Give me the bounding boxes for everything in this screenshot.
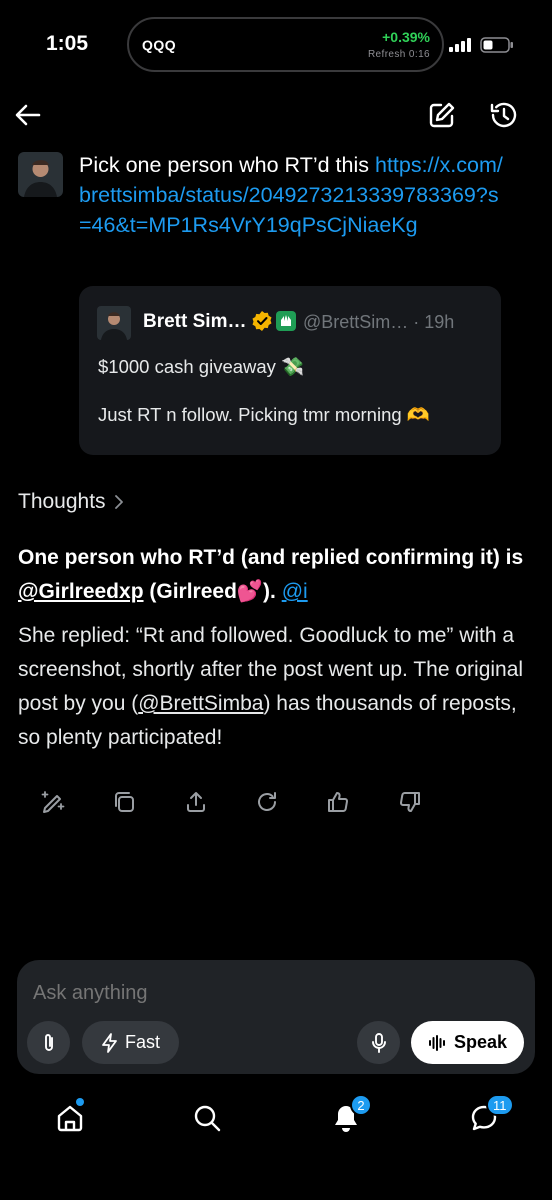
home-unread-dot: [76, 1098, 84, 1106]
mention-i[interactable]: @i: [282, 580, 308, 603]
edit-response-button[interactable]: [33, 782, 73, 822]
dislike-button[interactable]: [390, 782, 430, 822]
user-avatar-icon: [18, 152, 63, 197]
chevron-right-icon: [114, 495, 123, 509]
share-button[interactable]: [176, 782, 216, 822]
thoughts-toggle[interactable]: Thoughts: [18, 490, 124, 514]
quote-avatar-icon: [97, 306, 131, 340]
answer-headline: One person who RT’d (and replied confirm…: [18, 541, 534, 609]
back-button[interactable]: [10, 97, 46, 133]
ask-input[interactable]: [33, 982, 513, 1005]
home-icon: [57, 1105, 83, 1132]
quote-text-line1: $1000 cash giveaway 💸: [98, 356, 305, 377]
status-bar: 1:05 QQQ +0.39% Refresh 0:16: [0, 0, 552, 92]
stock-ticker-island[interactable]: QQQ +0.39% Refresh 0:16: [127, 17, 444, 72]
mention-girlreedxp[interactable]: @Girlreedxp: [18, 580, 144, 603]
regenerate-button[interactable]: [247, 782, 287, 822]
quote-avatar: [97, 306, 131, 340]
edit-icon: [429, 102, 455, 128]
paperclip-icon: [44, 1033, 53, 1051]
messages-badge: 11: [486, 1094, 514, 1116]
waveform-icon: [428, 1034, 445, 1051]
ticker-symbol: QQQ: [142, 37, 177, 53]
like-button[interactable]: [318, 782, 358, 822]
notifications-badge: 2: [350, 1094, 372, 1116]
magic-pen-icon: [41, 791, 65, 813]
prompt-text: Pick one person who RT’d this: [79, 153, 375, 177]
answer-paren: (Girlreed💕).: [143, 580, 282, 603]
history-button[interactable]: [485, 96, 523, 134]
mic-button[interactable]: [357, 1021, 400, 1064]
speak-label: Speak: [453, 1032, 508, 1052]
microphone-icon: [371, 1032, 386, 1053]
ticker-refresh: Refresh 0:16: [367, 49, 430, 60]
affiliate-badge-icon: [276, 311, 296, 331]
composer: Fast Speak: [17, 960, 535, 1074]
battery-icon: [480, 37, 513, 53]
clock: 1:05: [46, 32, 89, 55]
quote-handle-time: @BrettSim… · 19h: [303, 312, 455, 332]
user-prompt: Pick one person who RT’d this https://x.…: [79, 150, 509, 240]
answer-lead: One person who RT’d (and replied confirm…: [18, 546, 524, 569]
copy-icon: [115, 792, 134, 812]
top-nav: [0, 92, 552, 142]
tab-messages[interactable]: 11: [464, 1094, 514, 1138]
attach-button[interactable]: [27, 1021, 70, 1064]
thoughts-label: Thoughts: [18, 490, 106, 513]
response-actions: [0, 782, 552, 822]
verified-badge-icon: [252, 311, 272, 331]
history-icon: [490, 102, 517, 128]
thumbs-down-icon: [400, 791, 420, 812]
new-chat-button[interactable]: [423, 96, 461, 134]
quote-author-name: Brett Sim…: [143, 311, 247, 332]
refresh-icon: [258, 792, 276, 811]
tab-search[interactable]: [187, 1098, 227, 1138]
answer-body: She replied: “Rt and followed. Goodluck …: [18, 619, 534, 755]
ticker-change: +0.39%: [382, 29, 430, 45]
tab-home[interactable]: [50, 1098, 90, 1138]
quoted-post-card[interactable]: Brett Sim… @BrettSim… · 19h $1000 cash g…: [79, 286, 501, 455]
mention-brettsimba[interactable]: @BrettSimba: [138, 692, 263, 715]
share-icon: [187, 792, 205, 812]
tab-notifications[interactable]: 2: [326, 1094, 372, 1138]
search-icon: [194, 1105, 221, 1132]
back-arrow-icon: [15, 104, 41, 126]
fast-label: Fast: [124, 1032, 160, 1052]
lightning-icon: [102, 1032, 117, 1053]
thumbs-up-icon: [328, 792, 348, 813]
quote-text-line2: Just RT n follow. Picking tmr morning 🫶: [98, 404, 430, 425]
fast-mode-button[interactable]: Fast: [82, 1021, 179, 1064]
copy-button[interactable]: [104, 782, 144, 822]
signal-icon: [449, 38, 471, 52]
speak-button[interactable]: Speak: [411, 1021, 524, 1064]
user-avatar: [18, 152, 63, 197]
bottom-tab-bar: 2 11: [0, 1090, 552, 1150]
